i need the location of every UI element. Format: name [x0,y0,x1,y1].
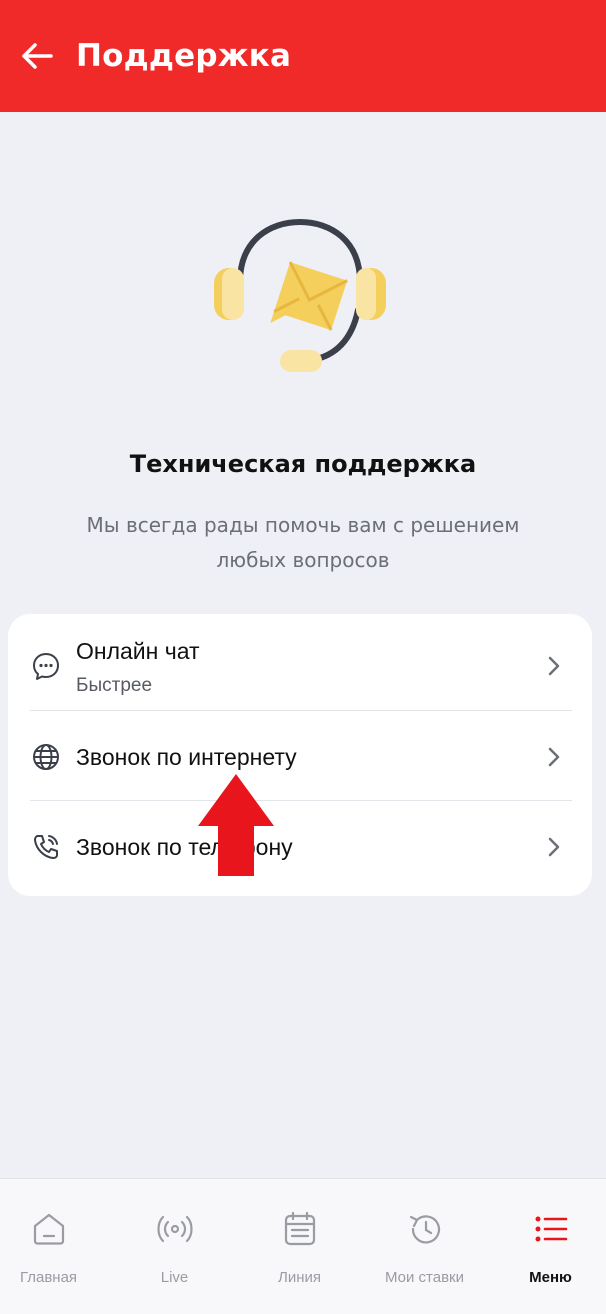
nav-item-home[interactable]: Главная [0,1179,109,1314]
chevron-right-icon [548,656,560,676]
online-chat-option[interactable]: Онлайн чат Быстрее [8,620,592,712]
nav-item-line[interactable]: Линия [239,1179,360,1314]
support-options-card: Онлайн чат Быстрее Звонок по интернету З… [8,614,592,896]
phone-call-option[interactable]: Звонок по телефону [8,802,592,892]
option-label: Звонок по интернету [76,743,297,770]
nav-label: Линия [277,1269,321,1286]
nav-label: Live [160,1269,189,1286]
chevron-right-icon [548,747,560,767]
support-title: Техническая поддержка [129,450,477,478]
chevron-right-icon [548,837,560,857]
nav-label: Главная [19,1269,78,1286]
option-label: Онлайн чат [76,638,200,664]
app-header: Поддержка [0,0,606,112]
nav-item-menu[interactable]: Меню [490,1179,606,1314]
nav-item-my-bets[interactable]: Мои ставки [364,1179,485,1314]
arrow-left-icon [22,43,53,69]
nav-label: Мои ставки [384,1269,464,1286]
history-icon [405,1209,445,1249]
nav-label: Меню [529,1269,572,1286]
nav-item-live[interactable]: Live [114,1179,235,1314]
chat-bubble-icon [30,650,62,682]
live-broadcast-icon [155,1209,195,1249]
internet-call-option[interactable]: Звонок по интернету [8,712,592,802]
headset-support-icon [214,218,386,372]
page-title: Поддержка [76,38,292,74]
annotation-arrow [198,774,274,876]
phone-icon [30,831,62,863]
divider [30,710,572,711]
menu-list-icon [531,1209,571,1249]
option-sublabel: Быстрее [76,675,153,696]
back-button[interactable] [0,0,74,112]
bottom-nav: Главная Live Линия Мои ставки Меню [0,1178,606,1314]
divider [30,800,572,801]
calendar-icon [280,1209,320,1249]
support-description: Мы всегда рады помочь вам с решением люб… [86,513,520,572]
globe-icon [30,741,62,773]
home-icon [29,1209,69,1249]
